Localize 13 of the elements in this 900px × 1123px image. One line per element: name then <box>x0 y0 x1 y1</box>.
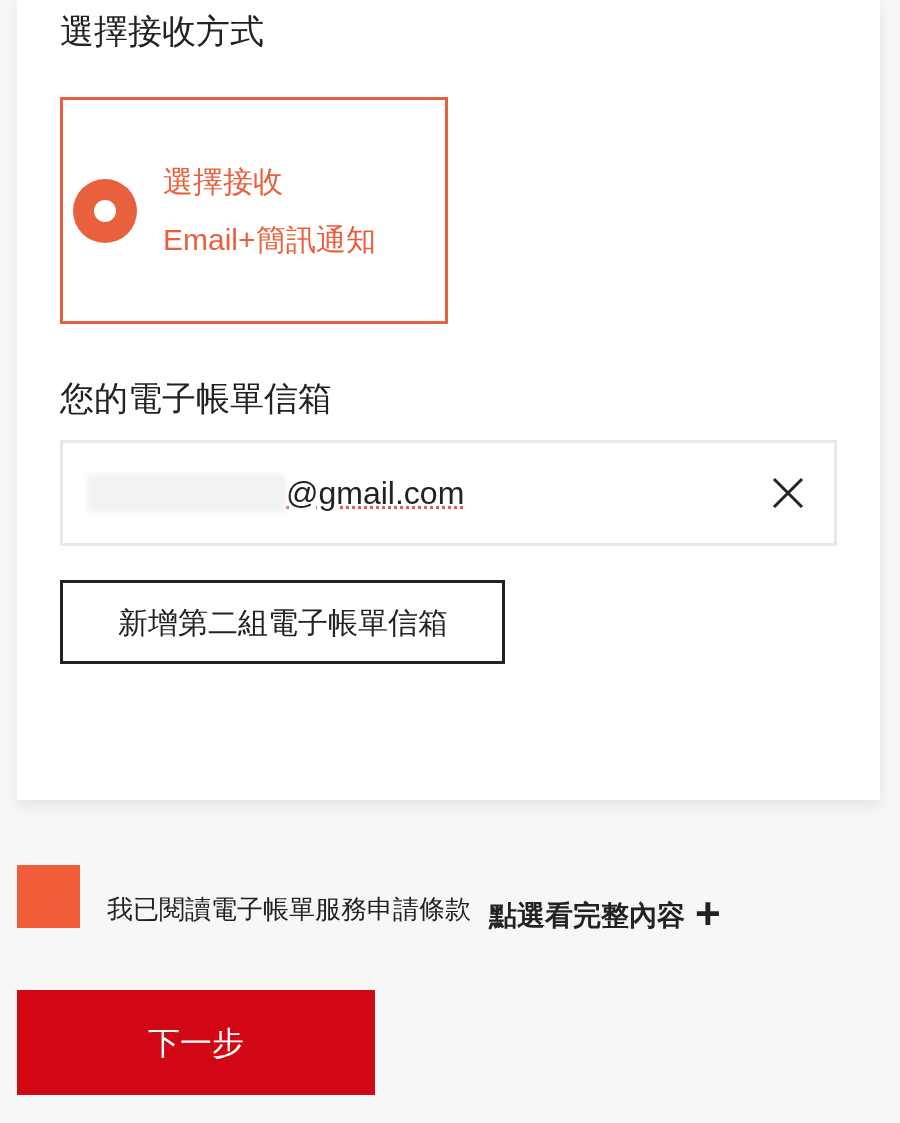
email-heading: 您的電子帳單信箱 <box>60 381 332 415</box>
option-label: Email+簡訊通知 <box>163 221 376 258</box>
option-label: 選擇接收 <box>163 163 284 200</box>
email-field[interactable]: @gmail.com <box>60 440 837 546</box>
add-email-button[interactable]: 新增第二組電子帳單信箱 <box>60 580 505 664</box>
section-title: 選擇接收方式 <box>60 14 264 48</box>
next-button[interactable]: 下一步 <box>17 990 375 1095</box>
email-value: @gmail.com <box>286 474 465 513</box>
terms-text: 我已閱讀電子帳單服務申請條款 <box>107 892 471 926</box>
expand-icon[interactable]: + <box>695 892 721 936</box>
terms-checkbox[interactable] <box>17 864 80 928</box>
view-terms-link[interactable]: 點選看完整內容 <box>489 895 685 937</box>
clear-icon[interactable] <box>772 477 804 509</box>
